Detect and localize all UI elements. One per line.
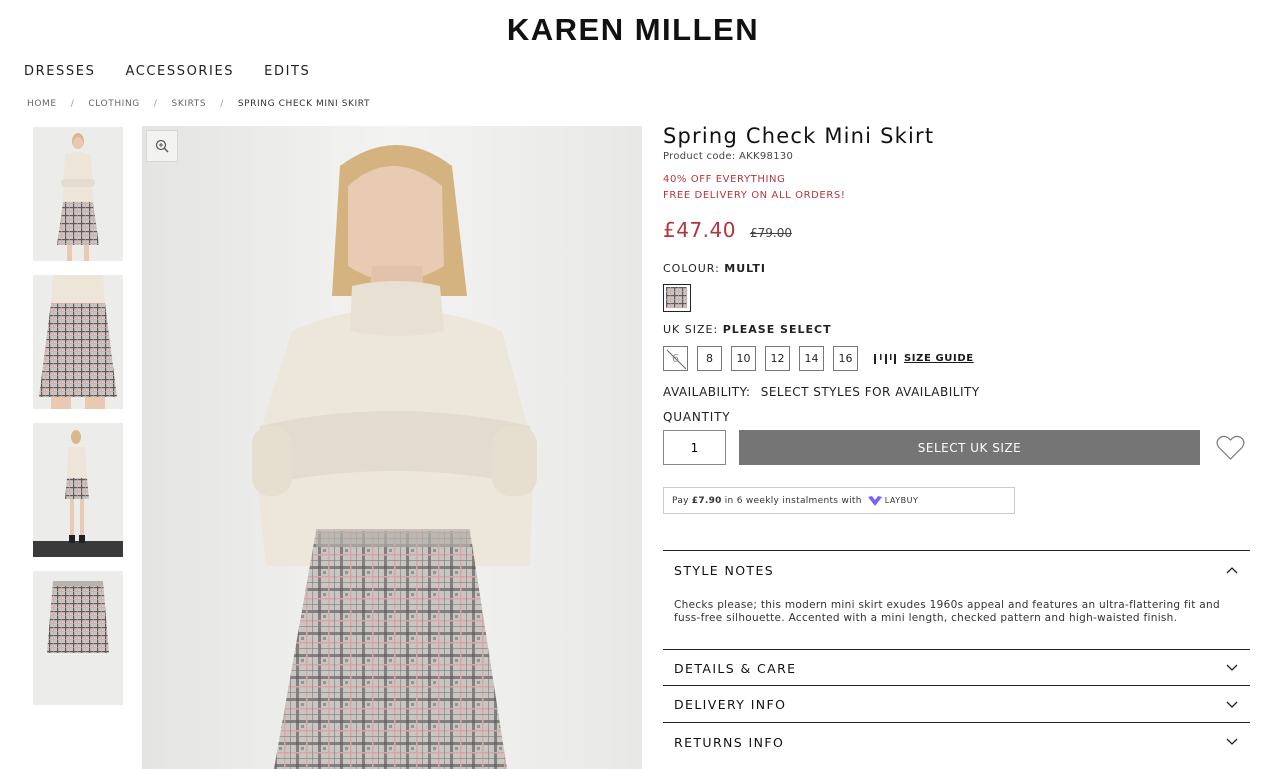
size-selector: 6 8 10 12 14 16 SIZE GUIDE [663, 346, 1250, 371]
wishlist-heart-icon[interactable] [1216, 435, 1245, 461]
product-code: Product code: AKK98130 [663, 151, 794, 162]
thumbnail-gallery [33, 127, 123, 719]
accordion-header-returns-info[interactable]: RETURNS INFO [663, 723, 1250, 761]
product-title: Spring Check Mini Skirt [663, 124, 935, 148]
delivery-promo: FREE DELIVERY ON ALL ORDERS! [663, 190, 846, 201]
availability: AVAILABILITY: SELECT STYLES FOR AVAILABI… [663, 385, 1250, 399]
breadcrumb-separator: / [70, 99, 75, 109]
add-to-bag-button[interactable]: SELECT UK SIZE [739, 430, 1200, 465]
zoom-icon[interactable] [146, 130, 178, 162]
accordion-title: DETAILS & CARE [674, 660, 797, 676]
accordion-returns-info: RETURNS INFO [663, 722, 1250, 762]
accordion-title: DELIVERY INFO [674, 697, 787, 712]
laybuy-brand: LAYBUY [884, 496, 919, 505]
accordion-header-details-care[interactable]: DETAILS & CARE [663, 650, 1250, 686]
accordion-title: STYLE NOTES [674, 562, 775, 578]
accordion-style-notes: STYLE NOTES Checks please; this modern m… [663, 550, 1250, 649]
nav-item-accessories[interactable]: ACCESSORIES [125, 64, 234, 79]
thumbnail-front[interactable] [33, 127, 123, 261]
model-photo [142, 126, 642, 769]
chevron-up-icon [1226, 567, 1238, 574]
thumbnail-flat[interactable] [33, 571, 123, 705]
size-option-8[interactable]: 8 [697, 346, 722, 371]
breadcrumb-home[interactable]: HOME [27, 99, 57, 109]
size-option-16[interactable]: 16 [833, 346, 858, 371]
breadcrumb-separator: / [153, 99, 158, 109]
breadcrumb-current: SPRING CHECK MINI SKIRT [237, 99, 371, 109]
ruler-icon [874, 353, 896, 364]
availability-label: AVAILABILITY: [663, 385, 751, 399]
availability-value: SELECT STYLES FOR AVAILABILITY [760, 385, 980, 399]
nav-item-edits[interactable]: EDITS [264, 64, 310, 79]
original-price: £79.00 [749, 226, 792, 240]
size-guide-link[interactable]: SIZE GUIDE [873, 353, 974, 365]
promo-message: 40% OFF EVERYTHING [663, 174, 786, 185]
accordion-header-delivery-info[interactable]: DELIVERY INFO [663, 686, 1250, 723]
colour-swatch-multi[interactable] [663, 284, 691, 312]
chevron-down-icon [1226, 664, 1238, 671]
size-option-label: 10 [736, 352, 751, 365]
breadcrumb: HOME / CLOTHING / SKIRTS / SPRING CHECK … [27, 99, 370, 109]
size-guide-label: SIZE GUIDE [904, 353, 974, 364]
accordion-details-care: DETAILS & CARE [663, 649, 1250, 685]
laybuy-pre: Pay [672, 495, 689, 506]
accordion-header-style-notes[interactable]: STYLE NOTES [663, 551, 1250, 589]
thumbnail-detail[interactable] [33, 275, 123, 409]
style-notes-text: Checks please; this modern mini skirt ex… [674, 599, 1220, 624]
quantity-label: QUANTITY [663, 410, 731, 424]
chevron-down-icon [1226, 701, 1238, 708]
laybuy-amount: £7.90 [691, 495, 722, 506]
breadcrumb-skirts[interactable]: SKIRTS [172, 99, 207, 109]
add-to-bag-row: SELECT UK SIZE [663, 430, 1250, 465]
nav-item-dresses[interactable]: DRESSES [24, 64, 95, 79]
size-value: PLEASE SELECT [722, 323, 832, 336]
thumbnail-back[interactable] [33, 423, 123, 557]
size-option-label: 12 [770, 352, 785, 365]
main-nav: DRESSES ACCESSORIES EDITS [24, 64, 310, 79]
colour-label: COLOUR: MULTI [663, 262, 1250, 275]
laybuy-heart-icon [867, 495, 882, 506]
main-product-image[interactable] [142, 126, 642, 769]
laybuy-banner[interactable]: Pay £7.90 in 6 weekly instalments with L… [663, 487, 1015, 514]
breadcrumb-clothing[interactable]: CLOTHING [88, 99, 140, 109]
accordion-delivery-info: DELIVERY INFO [663, 685, 1250, 722]
quantity-input[interactable] [663, 430, 726, 465]
size-label-text: UK SIZE: [663, 323, 719, 336]
accordion-title: RETURNS INFO [674, 734, 785, 750]
size-option-12[interactable]: 12 [765, 346, 790, 371]
colour-label-text: COLOUR: [663, 262, 720, 275]
size-option-10[interactable]: 10 [731, 346, 756, 371]
breadcrumb-separator: / [220, 99, 224, 109]
laybuy-post: in 6 weekly instalments with [724, 495, 862, 506]
size-option-14[interactable]: 14 [799, 346, 824, 371]
size-option-label: 14 [804, 352, 819, 365]
brand-logo[interactable]: KAREN MILLEN [0, 12, 1266, 48]
size-option-6[interactable]: 6 [663, 346, 688, 371]
size-option-label: 8 [706, 352, 713, 365]
colour-value: MULTI [724, 262, 766, 275]
price-block: £47.40 £79.00 [663, 218, 1250, 242]
chevron-down-icon [1226, 738, 1238, 745]
sale-price: £47.40 [663, 218, 736, 242]
size-label: UK SIZE: PLEASE SELECT [663, 323, 1250, 336]
laybuy-logo: LAYBUY [867, 495, 919, 507]
size-option-label: 16 [838, 352, 853, 365]
product-info: Spring Check Mini Skirt Product code: AK… [663, 124, 1250, 514]
